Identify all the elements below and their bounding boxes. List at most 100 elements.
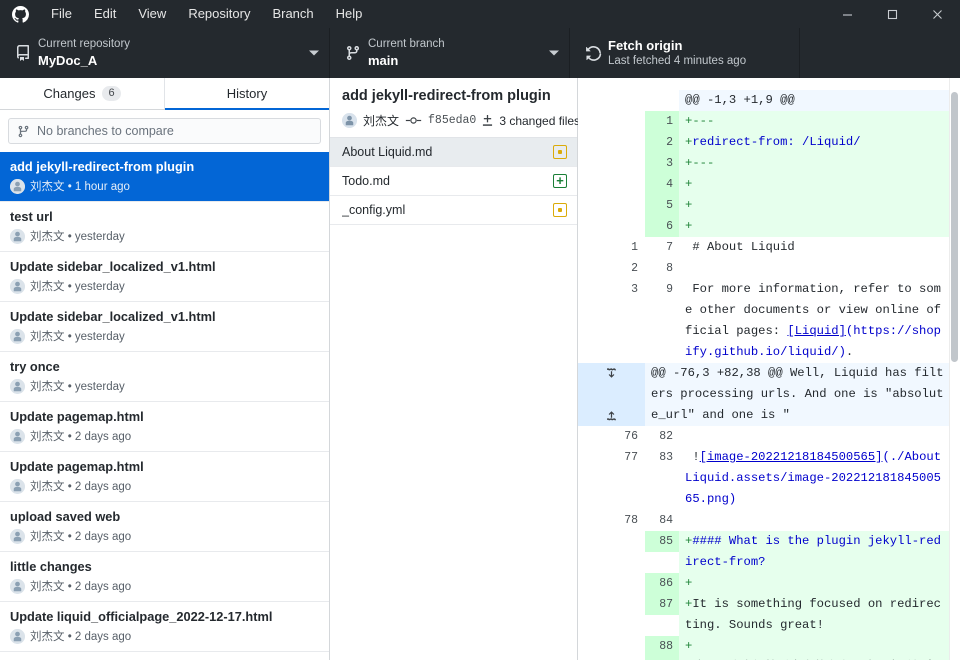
diff-line: 3 +--- xyxy=(578,153,960,174)
menu-item-file[interactable]: File xyxy=(40,0,83,28)
commit-list-item[interactable]: Update pagemap.html 刘杰文 • 2 days ago xyxy=(0,402,329,452)
tab-changes[interactable]: Changes 6 xyxy=(0,78,165,109)
diff-scrollbar-track[interactable] xyxy=(949,78,960,660)
diff-new-line-number: 85 xyxy=(645,531,679,552)
diff-line: 86 + xyxy=(578,573,960,594)
diff-line-text xyxy=(679,258,960,279)
commit-item-subtitle: 刘杰文 • yesterday xyxy=(30,231,125,243)
commit-metadata: 刘杰文 f85eda0 3 changed files +51 -1 xyxy=(342,112,655,129)
commit-item-title: Update sidebar_localized_v1.html xyxy=(10,259,216,274)
diff-old-line-number: 76 xyxy=(610,426,644,447)
diff-new-line-number: 9 xyxy=(645,279,679,300)
diff-scrollbar-thumb[interactable] xyxy=(951,92,958,362)
menu-item-branch[interactable]: Branch xyxy=(261,0,324,28)
chevron-down-icon xyxy=(549,50,559,56)
commit-item-title: Update pagemap.html xyxy=(10,409,144,424)
commit-item-subtitle: 刘杰文 • yesterday xyxy=(30,281,125,293)
expand-up-icon[interactable] xyxy=(605,408,618,421)
menu-item-view[interactable]: View xyxy=(127,0,177,28)
menu-item-edit[interactable]: Edit xyxy=(83,0,127,28)
avatar xyxy=(10,378,25,394)
commit-item-meta: 刘杰文 • yesterday xyxy=(10,278,319,294)
diff-top-spacer xyxy=(578,78,960,90)
commit-list-item[interactable]: Update sidebar_localized_v1.html 刘杰文 • ye… xyxy=(0,302,329,352)
diff-line: 1 +--- xyxy=(578,111,960,132)
commit-sha[interactable]: f85eda0 xyxy=(428,114,476,127)
compare-branch-placeholder: No branches to compare xyxy=(37,124,174,138)
close-icon[interactable] xyxy=(915,0,960,28)
minimize-icon[interactable] xyxy=(825,0,870,28)
commit-item-title: little changes xyxy=(10,559,92,574)
diff-line-text: + xyxy=(679,573,960,594)
diff-old-line-number: 3 xyxy=(610,279,644,300)
branch-icon xyxy=(18,125,29,137)
commit-author: 刘杰文 xyxy=(363,114,400,128)
diff-line: 6 + xyxy=(578,216,960,237)
diff-line: 4 + xyxy=(578,174,960,195)
avatar xyxy=(10,528,25,544)
diff-line: 87 +It is something focused on redirectin… xyxy=(578,594,960,636)
diff-new-line-number: 4 xyxy=(645,174,679,195)
fetch-origin-button[interactable]: Fetch origin Last fetched 4 minutes ago xyxy=(570,28,800,78)
diff-old-line-number: 78 xyxy=(610,510,644,531)
diff-line-text: + xyxy=(679,216,960,237)
commit-list-item[interactable]: add jekyll-redirect-from plugin 刘杰文 • 1 h… xyxy=(0,152,329,202)
file-list-item[interactable]: About Liquid.md xyxy=(330,138,577,167)
diff-content[interactable]: @@ -1,3 +1,9 @@ 1 +--- 2 +redirect-from: /Li… xyxy=(578,90,960,660)
diff-old-line-number: 1 xyxy=(610,237,644,258)
diff-line-text: +redirect-from: /Liquid/ xyxy=(679,132,960,153)
commit-icon xyxy=(405,114,422,127)
menu-item-repository[interactable]: Repository xyxy=(177,0,261,28)
commit-list-item[interactable]: Update sidebar_localized_v1.html 刘杰文 • ye… xyxy=(0,252,329,302)
file-list-item[interactable]: Todo.md + xyxy=(330,167,577,196)
diff-new-line-number: 88 xyxy=(645,636,679,657)
diff-new-line-number: 1 xyxy=(645,111,679,132)
current-repository-button[interactable]: Current repository MyDoc_A xyxy=(0,28,330,78)
menu-item-help[interactable]: Help xyxy=(325,0,374,28)
history-sidebar: Changes 6 History No branches to compare… xyxy=(0,78,330,660)
main-body: Changes 6 History No branches to compare… xyxy=(0,78,960,660)
file-status-modified-icon xyxy=(553,145,567,159)
diff-new-line-number: 83 xyxy=(645,447,679,468)
compare-branch-input[interactable]: No branches to compare xyxy=(8,118,321,144)
diff-line: 78 84 xyxy=(578,510,960,531)
commit-summary-header: add jekyll-redirect-from plugin 刘杰文 f85e… xyxy=(330,78,655,138)
diff-line: 17 # About Liquid xyxy=(578,237,960,258)
diff-line: 5 + xyxy=(578,195,960,216)
commit-item-title: Update sidebar_localized_v1.html xyxy=(10,309,216,324)
diff-line-text: # About Liquid xyxy=(679,237,960,258)
commit-list-item[interactable]: Update pagemap.html 刘杰文 • 2 days ago xyxy=(0,452,329,502)
diff-viewer: @@ -1,3 +1,9 @@ 1 +--- 2 +redirect-from: /Li… xyxy=(578,78,960,660)
commit-item-meta: 刘杰文 • 2 days ago xyxy=(10,478,319,494)
hunk-expand-controls[interactable] xyxy=(578,363,645,426)
commit-item-meta: 刘杰文 • yesterday xyxy=(10,328,319,344)
diff-line-text: + xyxy=(679,195,960,216)
file-list-item[interactable]: _config.yml xyxy=(330,196,577,225)
expand-down-icon[interactable] xyxy=(605,368,618,381)
commit-list-item[interactable]: test url 刘杰文 • yesterday xyxy=(0,202,329,252)
avatar xyxy=(10,578,25,594)
commit-item-title: Update liquid_officialpage_2022-12-17.ht… xyxy=(10,609,273,624)
commit-item-meta: 刘杰文 • yesterday xyxy=(10,228,319,244)
current-branch-button[interactable]: Current branch main xyxy=(330,28,570,78)
changed-file-list[interactable]: About Liquid.md Todo.md + _config.yml xyxy=(330,138,577,660)
tab-history-label: History xyxy=(226,86,268,101)
diff-line: 88 + xyxy=(578,636,960,657)
commit-item-meta: 刘杰文 • 2 days ago xyxy=(10,628,319,644)
commit-list-item[interactable]: little changes 刘杰文 • 2 days ago xyxy=(0,552,329,602)
diff-old-line-number: 2 xyxy=(610,258,644,279)
maximize-icon[interactable] xyxy=(870,0,915,28)
commit-item-meta: 刘杰文 • yesterday xyxy=(10,378,319,394)
commit-list-item[interactable]: push!刘杰文 • 2 days ago xyxy=(0,652,329,660)
diff-new-line-number: 87 xyxy=(645,594,679,615)
tab-history[interactable]: History xyxy=(165,78,329,110)
commit-list[interactable]: add jekyll-redirect-from plugin 刘杰文 • 1 h… xyxy=(0,152,329,660)
commit-list-item[interactable]: Update liquid_officialpage_2022-12-17.ht… xyxy=(0,602,329,652)
fetch-subtitle: Last fetched 4 minutes ago xyxy=(608,55,747,67)
sync-icon xyxy=(580,45,606,62)
diff-line-text: +#### What is the plugin jekyll-redirect… xyxy=(679,531,960,573)
commit-item-meta: 刘杰文 • 2 days ago xyxy=(10,528,319,544)
commit-item-title: Update pagemap.html xyxy=(10,459,144,474)
commit-list-item[interactable]: upload saved web 刘杰文 • 2 days ago xyxy=(0,502,329,552)
commit-list-item[interactable]: try once 刘杰文 • yesterday xyxy=(0,352,329,402)
